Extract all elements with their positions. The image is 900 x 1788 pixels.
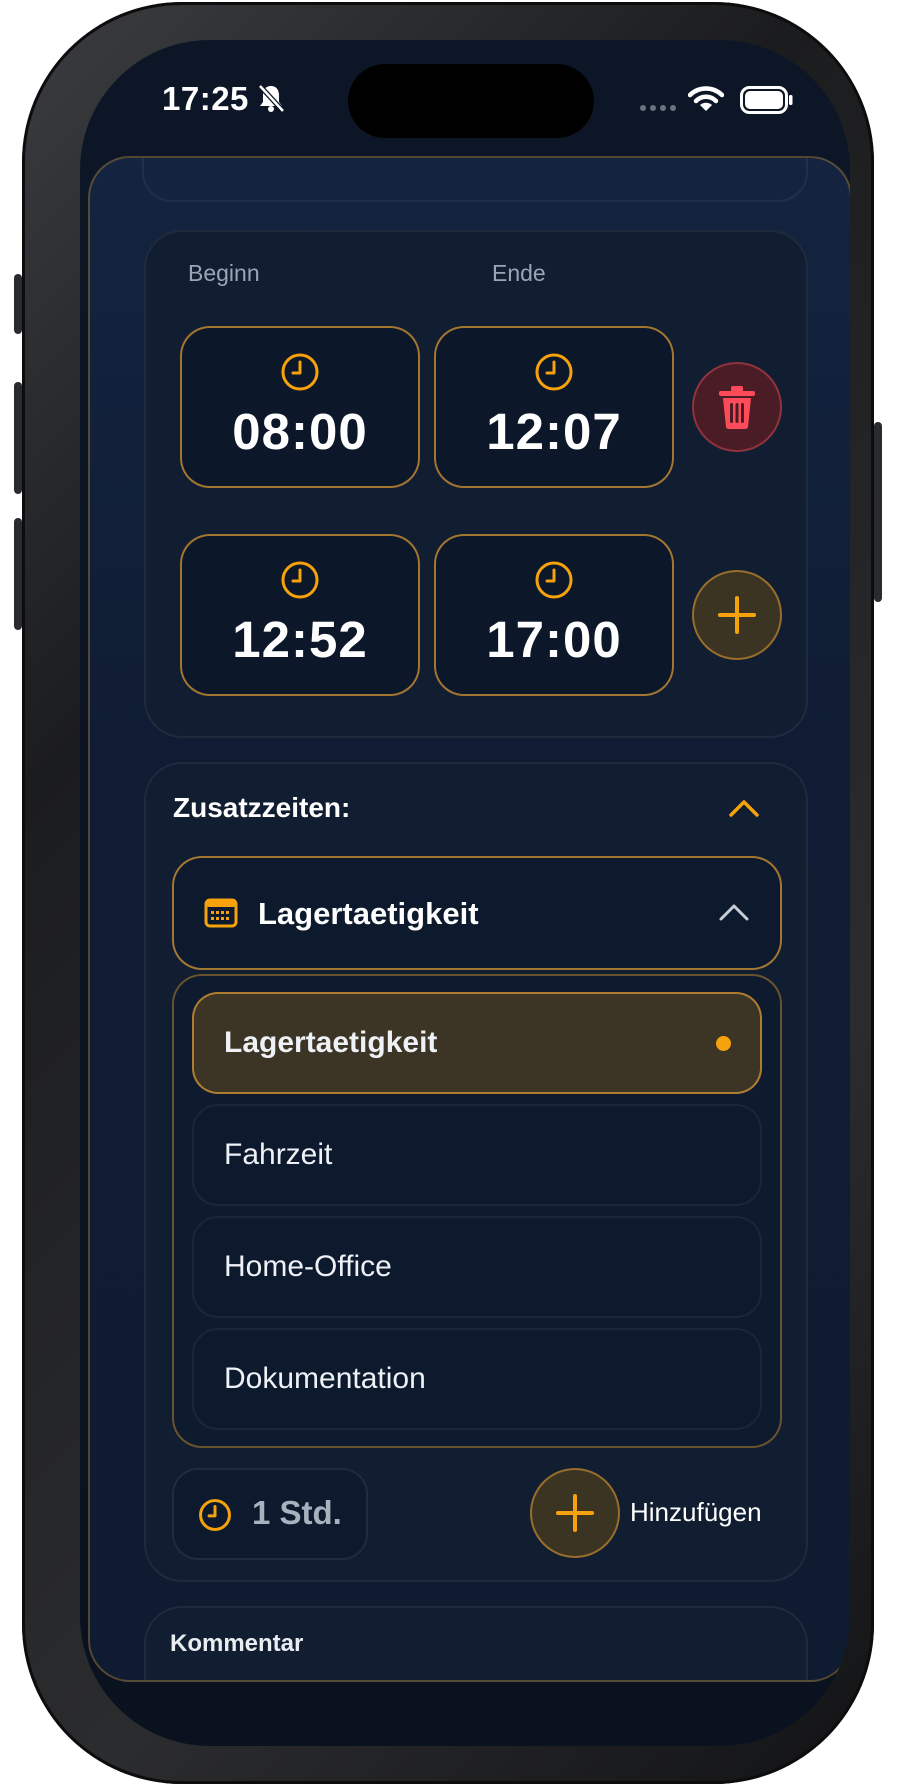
previous-card <box>142 158 808 202</box>
selected-dot-icon <box>716 1036 731 1051</box>
delete-row-button[interactable] <box>692 362 782 452</box>
end-time-2[interactable]: 17:00 <box>434 534 674 696</box>
clock-icon <box>281 561 319 599</box>
end-time-value: 17:00 <box>486 611 622 668</box>
screen: 17:25 Beginn Ende 08:00 12:07 12:52 17:0… <box>80 40 850 1746</box>
chevron-up-icon <box>719 904 749 921</box>
add-extra-time-label[interactable]: Hinzufügen <box>630 1497 762 1528</box>
clock-icon <box>535 561 573 599</box>
duration-picker[interactable]: 1 Std. <box>172 1468 368 1560</box>
option-lagertaetigkeit[interactable]: Lagertaetigkeit <box>192 992 762 1094</box>
bell-muted-icon <box>258 84 285 113</box>
extra-type-dropdown[interactable]: Lagertaetigkeit <box>172 856 782 970</box>
clock-icon <box>535 353 573 391</box>
dynamic-island <box>348 64 594 138</box>
end-column-label: Ende <box>492 260 546 286</box>
work-times-card: Beginn Ende 08:00 12:07 12:52 17:00 <box>144 230 808 738</box>
cellular-signal-icon <box>640 105 676 111</box>
extra-type-options: Lagertaetigkeit Fahrzeit Home-Office Dok… <box>172 974 782 1448</box>
plus-icon <box>718 596 756 634</box>
clock-icon <box>199 1499 231 1531</box>
duration-value: 1 Std. <box>252 1494 342 1531</box>
trash-icon <box>719 386 755 429</box>
power-button <box>874 422 882 602</box>
add-row-button[interactable] <box>692 570 782 660</box>
option-fahrzeit[interactable]: Fahrzeit <box>192 1104 762 1206</box>
volume-down-button <box>14 518 22 630</box>
start-column-label: Beginn <box>188 260 260 286</box>
chevron-up-icon[interactable] <box>728 798 760 818</box>
option-label: Fahrzeit <box>224 1138 333 1171</box>
extra-times-title: Zusatzzeiten: <box>173 792 351 823</box>
option-label: Dokumentation <box>224 1362 426 1395</box>
start-time-1[interactable]: 08:00 <box>180 326 420 488</box>
mute-switch <box>14 274 22 334</box>
time-entry-sheet: Beginn Ende 08:00 12:07 12:52 17:00 Zusa… <box>88 156 850 1682</box>
volume-up-button <box>14 382 22 494</box>
plus-icon <box>556 1494 594 1532</box>
wifi-icon <box>688 86 724 111</box>
start-time-value: 08:00 <box>232 403 368 460</box>
comment-label: Kommentar <box>170 1630 304 1657</box>
option-label: Lagertaetigkeit <box>224 1026 438 1059</box>
dropdown-selected-value: Lagertaetigkeit <box>258 896 479 931</box>
clock-icon <box>281 353 319 391</box>
start-time-2[interactable]: 12:52 <box>180 534 420 696</box>
option-home-office[interactable]: Home-Office <box>192 1216 762 1318</box>
calendar-icon <box>204 898 238 928</box>
comment-card: Kommentar <box>144 1606 808 1680</box>
phone-frame: 17:25 Beginn Ende 08:00 12:07 12:52 17:0… <box>14 2 882 1784</box>
start-time-value: 12:52 <box>232 611 368 668</box>
option-label: Home-Office <box>224 1250 392 1283</box>
end-time-1[interactable]: 12:07 <box>434 326 674 488</box>
add-extra-time-button[interactable] <box>530 1468 620 1558</box>
end-time-value: 12:07 <box>486 403 622 460</box>
status-time: 17:25 <box>162 80 249 117</box>
option-dokumentation[interactable]: Dokumentation <box>192 1328 762 1430</box>
extra-times-card: Zusatzzeiten: Lagertaetigkeit Lagertaeti… <box>144 762 808 1582</box>
battery-icon <box>740 86 793 114</box>
